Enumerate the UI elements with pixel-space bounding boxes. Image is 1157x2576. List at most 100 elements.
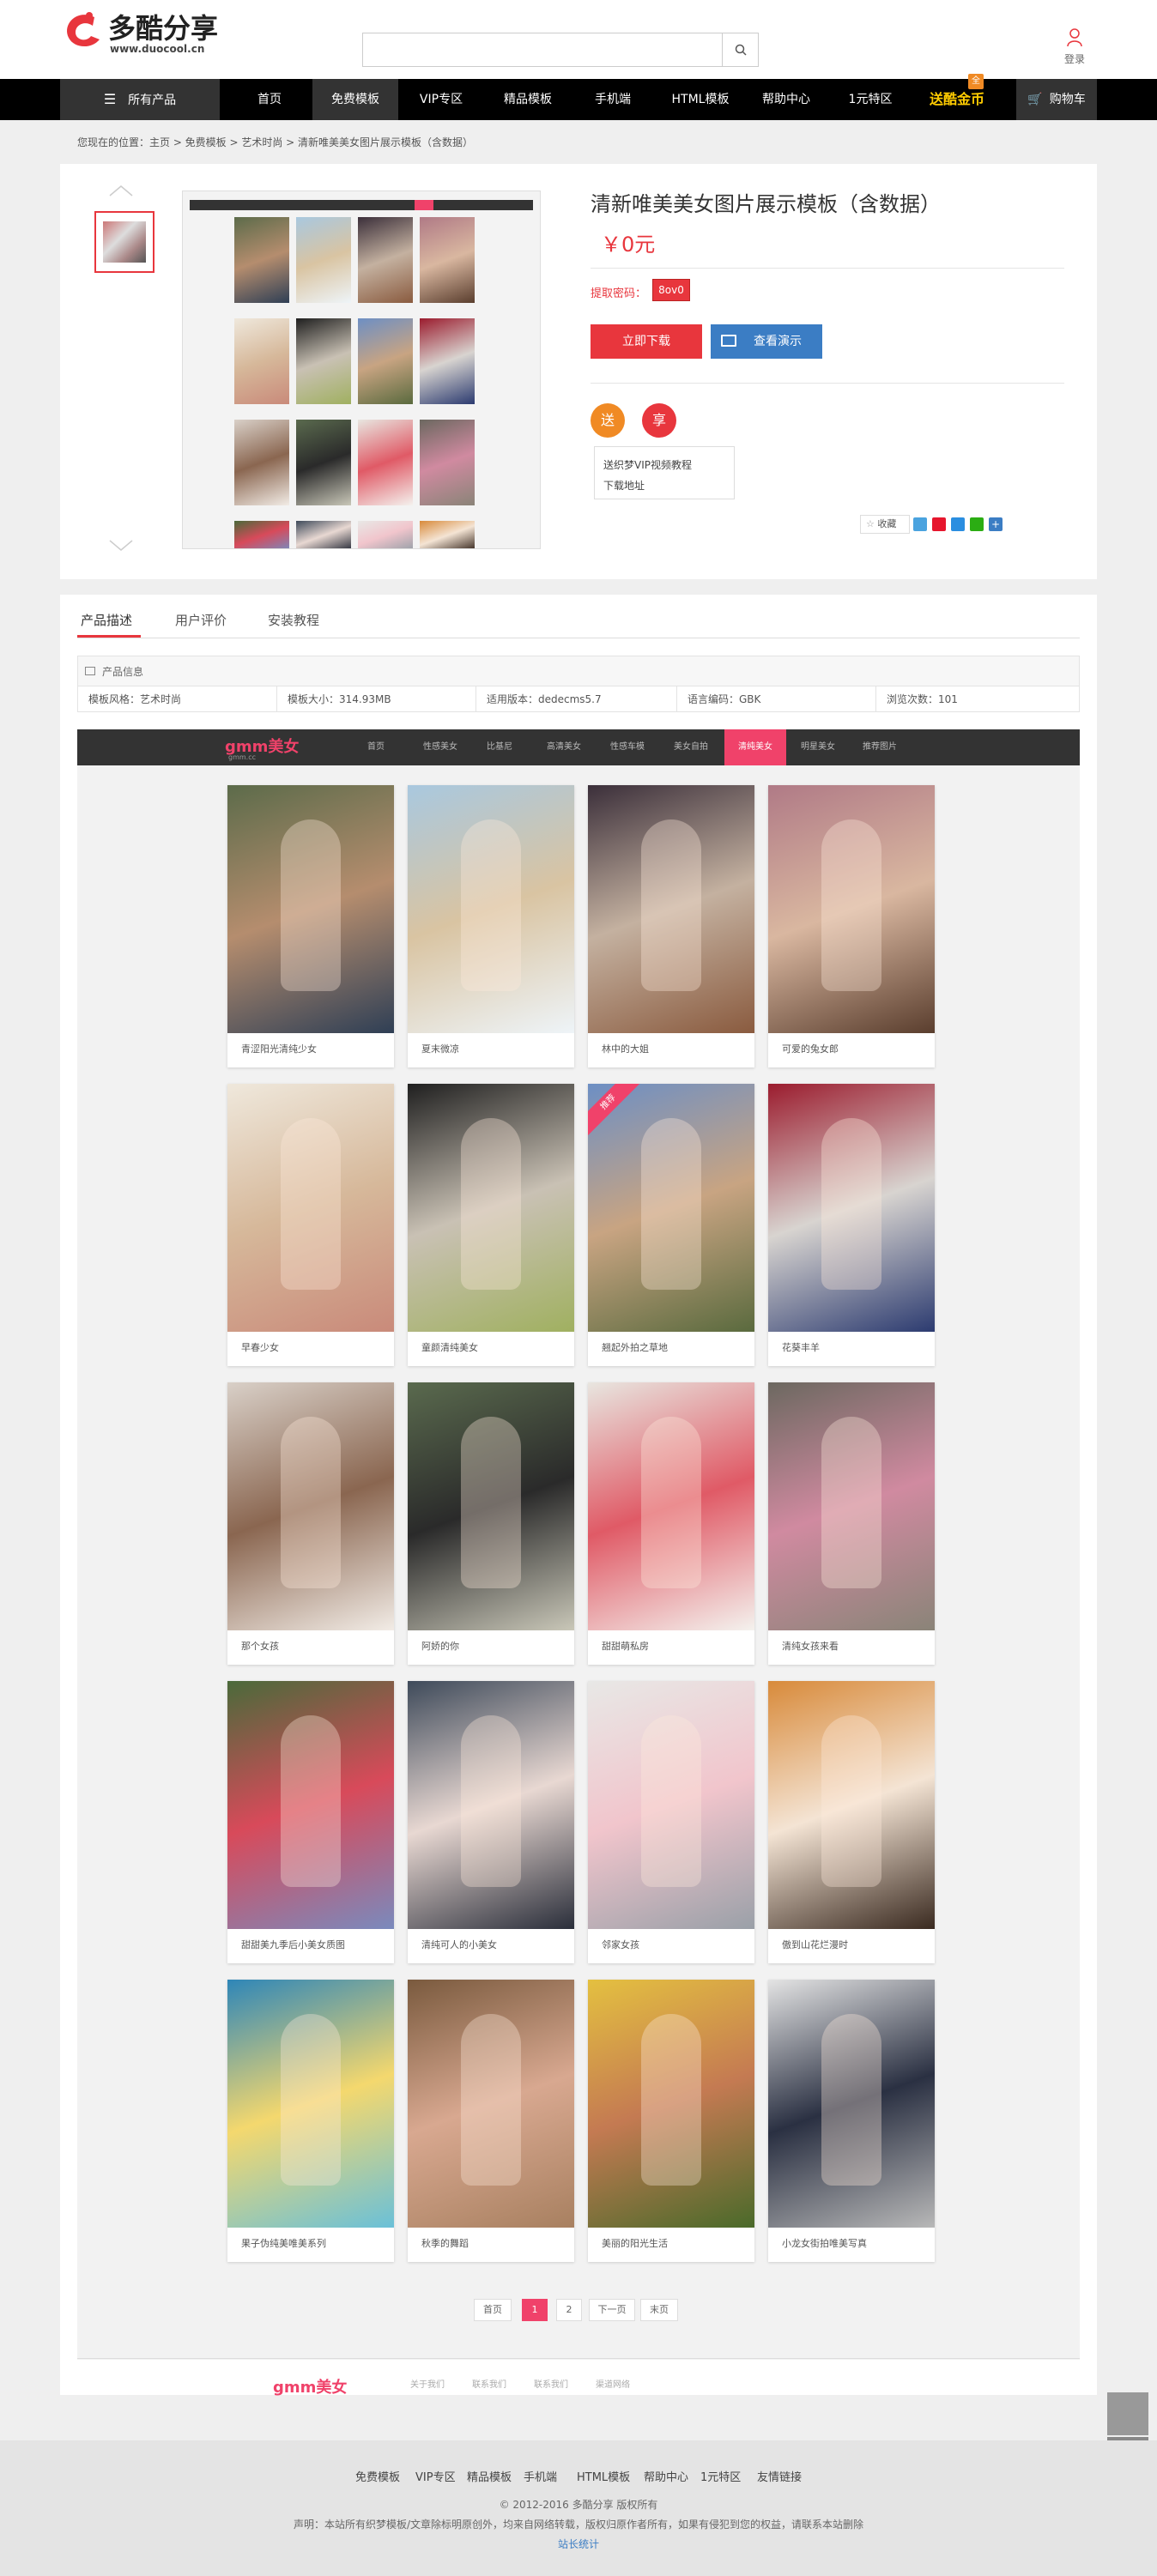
nav-item-coins[interactable]: 送酷金币 全 <box>918 74 996 120</box>
share-more-icon[interactable]: + <box>989 517 1003 531</box>
photo-card[interactable]: 林中的大姐 <box>588 785 754 1067</box>
photo-image[interactable] <box>768 1382 935 1630</box>
photo-caption[interactable]: 清纯女孩来看 <box>782 1639 839 1653</box>
tab-description[interactable]: 产品描述 <box>81 611 132 629</box>
gift-line-video[interactable]: 送织梦VIP视频教程 <box>603 457 692 472</box>
preview-nav-home[interactable]: 首页 <box>350 729 402 765</box>
photo-image[interactable] <box>227 785 394 1033</box>
share-wechat-icon[interactable] <box>970 517 984 531</box>
photo-image[interactable] <box>408 1382 574 1630</box>
photo-caption[interactable]: 童颜清纯美女 <box>421 1340 478 1354</box>
photo-caption[interactable]: 清纯可人的小美女 <box>421 1938 497 1951</box>
photo-image[interactable] <box>768 785 935 1033</box>
photo-card[interactable]: 早春少女 <box>227 1084 394 1366</box>
photo-caption[interactable]: 花葵丰羊 <box>782 1340 820 1354</box>
footer-link[interactable]: VIP专区 <box>415 2468 456 2484</box>
page-first[interactable]: 首页 <box>474 2299 512 2321</box>
photo-image[interactable] <box>768 1980 935 2228</box>
photo-caption[interactable]: 可爱的兔女郎 <box>782 1042 839 1055</box>
gift-line-download[interactable]: 下载地址 <box>603 478 645 493</box>
photo-caption[interactable]: 翘起外拍之草地 <box>602 1340 668 1354</box>
photo-caption[interactable]: 秋季的舞蹈 <box>421 2236 469 2250</box>
share-qzone-icon[interactable] <box>913 517 927 531</box>
preview-footer-link[interactable]: 联系我们 <box>472 2377 506 2390</box>
photo-card[interactable]: 阿娇的你 <box>408 1382 574 1665</box>
preview-nav-hd[interactable]: 高清美女 <box>534 729 594 765</box>
footer-stats[interactable]: 站长统计 <box>0 2537 1157 2551</box>
nav-item-premium[interactable]: 精品模板 <box>489 79 566 120</box>
preview-logo[interactable]: gmm美女 gmm.cc <box>225 733 319 762</box>
footer-link[interactable]: 免费模板 <box>355 2468 400 2484</box>
download-button[interactable]: 立即下载 <box>591 324 702 359</box>
photo-card[interactable]: 青涩阳光清纯少女 <box>227 785 394 1067</box>
photo-card[interactable]: 童颜清纯美女 <box>408 1084 574 1366</box>
photo-image[interactable] <box>768 1084 935 1332</box>
photo-card[interactable]: 果子伪纯美唯美系列 <box>227 1980 394 2262</box>
page-last[interactable]: 末页 <box>640 2299 678 2321</box>
photo-card[interactable]: 清纯女孩来看 <box>768 1382 935 1665</box>
photo-caption[interactable]: 林中的大姐 <box>602 1042 649 1055</box>
photo-card[interactable]: 美丽的阳光生活 <box>588 1980 754 2262</box>
preview-nav-car[interactable]: 性感车模 <box>597 729 657 765</box>
photo-image[interactable] <box>227 1084 394 1332</box>
share-qq-icon[interactable] <box>951 517 965 531</box>
preview-nav-sexy[interactable]: 性感美女 <box>410 729 470 765</box>
photo-image[interactable] <box>588 1382 754 1630</box>
footer-link[interactable]: 精品模板 <box>467 2468 512 2484</box>
page-next[interactable]: 下一页 <box>589 2299 635 2321</box>
photo-caption[interactable]: 小龙女街拍唯美写真 <box>782 2236 867 2250</box>
photo-caption[interactable]: 青涩阳光清纯少女 <box>241 1042 317 1055</box>
page-1[interactable]: 1 <box>522 2299 548 2321</box>
photo-card[interactable]: 甜甜美九季后小美女质图 <box>227 1681 394 1963</box>
thumbnail[interactable] <box>94 211 154 273</box>
photo-image[interactable] <box>768 1681 935 1929</box>
photo-card[interactable]: 推荐翘起外拍之草地 <box>588 1084 754 1366</box>
main-preview-image[interactable] <box>182 190 541 549</box>
preview-nav-star[interactable]: 明星美女 <box>788 729 848 765</box>
favorite-button[interactable]: ☆ 收藏 <box>860 515 910 534</box>
photo-card[interactable]: 甜甜萌私房 <box>588 1382 754 1665</box>
photo-image[interactable] <box>408 785 574 1033</box>
preview-footer-link[interactable]: 渠道网络 <box>596 2377 630 2390</box>
photo-image[interactable] <box>588 1980 754 2228</box>
photo-image[interactable] <box>227 1681 394 1929</box>
preview-footer-link[interactable]: 联系我们 <box>534 2377 568 2390</box>
photo-image[interactable] <box>227 1980 394 2228</box>
footer-link[interactable]: 帮助中心 <box>644 2468 688 2484</box>
preview-nav-selfie[interactable]: 美女自拍 <box>661 729 721 765</box>
photo-image[interactable] <box>408 1681 574 1929</box>
cart-button[interactable]: 🛒 购物车 <box>1016 79 1097 120</box>
logo[interactable]: 多酷分享 www.duocool.cn <box>60 7 232 58</box>
gift-send-icon[interactable]: 送 <box>591 403 625 438</box>
preview-nav-bikini[interactable]: 比基尼 <box>474 729 525 765</box>
preview-nav-recommend[interactable]: 推荐图片 <box>850 729 910 765</box>
photo-caption[interactable]: 傲到山花烂漫时 <box>782 1938 848 1951</box>
thumb-down-arrow[interactable] <box>108 539 134 553</box>
photo-caption[interactable]: 甜甜美九季后小美女质图 <box>241 1938 345 1951</box>
photo-card[interactable]: 傲到山花烂漫时 <box>768 1681 935 1963</box>
footer-link[interactable]: HTML模板 <box>577 2468 630 2484</box>
footer-link[interactable]: 友情链接 <box>757 2468 802 2484</box>
photo-image[interactable] <box>588 1681 754 1929</box>
search-button[interactable] <box>722 33 758 66</box>
photo-image[interactable] <box>408 1980 574 2228</box>
photo-caption[interactable]: 那个女孩 <box>241 1639 279 1653</box>
nav-item-mobile[interactable]: 手机端 <box>578 79 647 120</box>
photo-image[interactable] <box>227 1382 394 1630</box>
footer-link[interactable]: 手机端 <box>524 2468 557 2484</box>
demo-button[interactable]: 查看演示 <box>711 324 822 359</box>
tab-reviews[interactable]: 用户评价 <box>175 611 227 629</box>
nav-item-html[interactable]: HTML模板 <box>657 79 743 120</box>
nav-item-help[interactable]: 帮助中心 <box>752 79 821 120</box>
gift-share-icon[interactable]: 享 <box>642 403 676 438</box>
photo-caption[interactable]: 果子伪纯美唯美系列 <box>241 2236 326 2250</box>
nav-item-vip[interactable]: VIP专区 <box>407 79 476 120</box>
photo-card[interactable]: 清纯可人的小美女 <box>408 1681 574 1963</box>
footer-link[interactable]: 1元特区 <box>700 2468 741 2484</box>
side-button-top[interactable] <box>1107 2392 1148 2435</box>
photo-image[interactable]: 推荐 <box>588 1084 754 1332</box>
search-input[interactable] <box>363 33 722 66</box>
share-weibo-icon[interactable] <box>932 517 946 531</box>
photo-caption[interactable]: 美丽的阳光生活 <box>602 2236 668 2250</box>
photo-image[interactable] <box>408 1084 574 1332</box>
